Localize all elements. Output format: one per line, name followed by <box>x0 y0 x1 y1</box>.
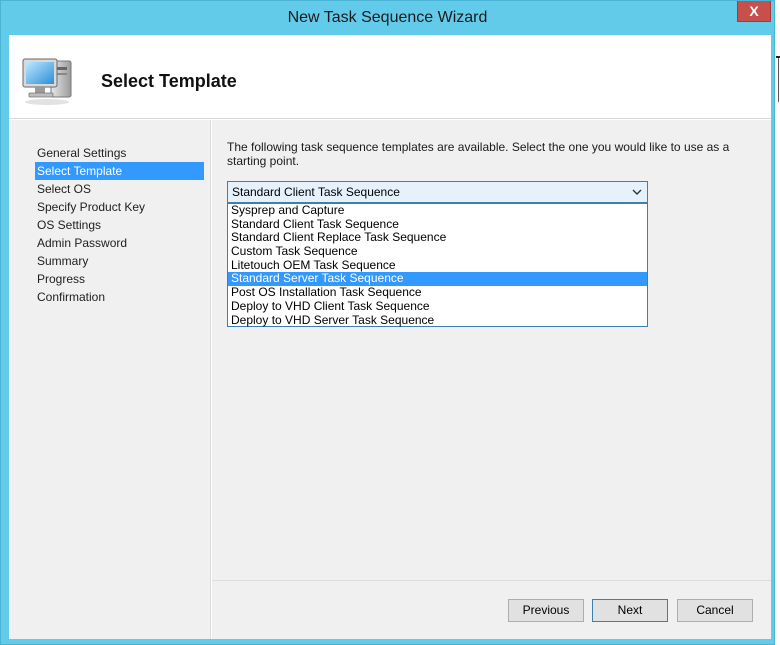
window-title: New Task Sequence Wizard <box>287 9 488 26</box>
wizard-step-list: General Settings Select Template Select … <box>9 120 211 639</box>
page-title: Select Template <box>101 71 237 91</box>
step-select-os[interactable]: Select OS <box>35 180 204 198</box>
wizard-header: Select Template <box>9 35 771 119</box>
template-option[interactable]: Standard Client Task Sequence <box>228 217 647 232</box>
chevron-down-icon[interactable] <box>631 186 643 198</box>
background-window-edge <box>776 56 780 102</box>
step-general-settings[interactable]: General Settings <box>35 144 204 162</box>
previous-button[interactable]: Previous <box>508 599 584 622</box>
cancel-button[interactable]: Cancel <box>677 599 753 622</box>
template-option[interactable]: Litetouch OEM Task Sequence <box>228 258 647 273</box>
step-specify-product-key[interactable]: Specify Product Key <box>35 198 204 216</box>
next-button[interactable]: Next <box>592 599 668 622</box>
close-button[interactable]: X <box>737 1 771 22</box>
step-os-settings[interactable]: OS Settings <box>35 216 204 234</box>
wizard-client-area: Select Template General Settings Select … <box>9 35 771 639</box>
template-dropdown-list: Sysprep and Capture Standard Client Task… <box>227 203 648 327</box>
template-select[interactable]: Standard Client Task Sequence <box>227 181 648 203</box>
computer-icon <box>22 58 72 105</box>
step-select-template[interactable]: Select Template <box>35 162 204 180</box>
title-bar[interactable]: New Task Sequence Wizard X <box>1 1 774 35</box>
template-select-value: Standard Client Task Sequence <box>232 185 400 199</box>
step-confirmation[interactable]: Confirmation <box>35 288 204 306</box>
wizard-footer: Previous Next Cancel <box>212 580 771 639</box>
step-summary[interactable]: Summary <box>35 252 204 270</box>
template-description: The following task sequence templates ar… <box>227 140 730 168</box>
wizard-content: The following task sequence templates ar… <box>212 120 771 580</box>
template-option[interactable]: Sysprep and Capture <box>228 203 647 218</box>
step-admin-password[interactable]: Admin Password <box>35 234 204 252</box>
template-option[interactable]: Custom Task Sequence <box>228 244 647 259</box>
template-option-highlighted[interactable]: Standard Server Task Sequence <box>228 272 647 287</box>
wizard-window: New Task Sequence Wizard X Select Templa… <box>0 0 775 645</box>
step-progress[interactable]: Progress <box>35 270 204 288</box>
template-option[interactable]: Post OS Installation Task Sequence <box>228 285 647 300</box>
template-option[interactable]: Deploy to VHD Client Task Sequence <box>228 299 647 314</box>
template-option[interactable]: Standard Client Replace Task Sequence <box>228 231 647 245</box>
template-option[interactable]: Deploy to VHD Server Task Sequence <box>228 313 647 328</box>
